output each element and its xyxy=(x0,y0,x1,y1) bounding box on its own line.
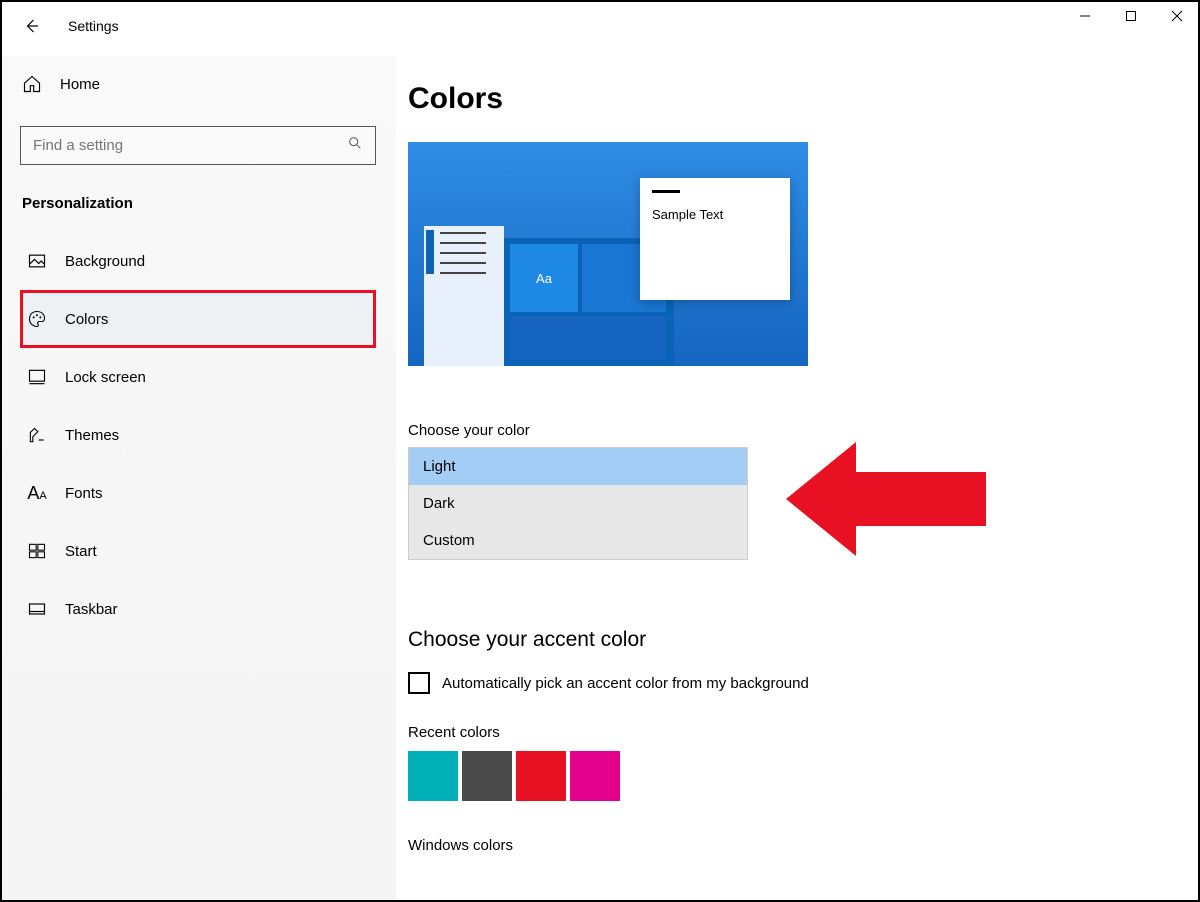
sidebar-item-label: Start xyxy=(65,543,97,560)
color-option-light[interactable]: Light xyxy=(409,448,747,485)
themes-icon xyxy=(27,425,47,445)
back-button[interactable] xyxy=(20,14,44,38)
sidebar-item-start[interactable]: Start xyxy=(20,522,376,580)
sidebar-item-label: Background xyxy=(65,253,145,270)
checkbox-icon xyxy=(408,672,430,694)
fonts-icon: AA xyxy=(27,483,47,503)
annotation-arrow-icon xyxy=(786,434,986,564)
sidebar-category: Personalization xyxy=(20,165,376,232)
sidebar-item-label: Colors xyxy=(65,311,108,328)
preview-menu-lines xyxy=(440,232,486,274)
sidebar-item-colors[interactable]: Colors xyxy=(20,290,376,348)
color-option-dark[interactable]: Dark xyxy=(409,485,747,522)
minimize-button[interactable] xyxy=(1062,0,1108,32)
preview-tile-aa: Aa xyxy=(510,244,578,312)
auto-accent-checkbox[interactable]: Automatically pick an accent color from … xyxy=(408,672,1176,694)
recent-color-swatch[interactable] xyxy=(408,751,458,801)
search-input[interactable] xyxy=(33,137,330,154)
search-icon xyxy=(347,135,363,156)
sidebar: Home Personalization Background Colors L… xyxy=(0,56,396,902)
transparency-toggle-peek: On xyxy=(408,569,428,586)
recent-colors xyxy=(408,751,1176,801)
sidebar-item-lock-screen[interactable]: Lock screen xyxy=(20,348,376,406)
sidebar-home[interactable]: Home xyxy=(20,56,376,126)
page-title: Colors xyxy=(408,82,1176,116)
recent-color-swatch[interactable] xyxy=(570,751,620,801)
theme-preview: Aa Sample Text xyxy=(408,142,808,366)
auto-accent-label: Automatically pick an accent color from … xyxy=(442,675,809,692)
maximize-button[interactable] xyxy=(1108,0,1154,32)
sidebar-item-taskbar[interactable]: Taskbar xyxy=(20,580,376,638)
close-button[interactable] xyxy=(1154,0,1200,32)
home-icon xyxy=(22,74,42,94)
taskbar-icon xyxy=(27,599,47,619)
accent-color-header: Choose your accent color xyxy=(408,628,1176,652)
sidebar-item-label: Fonts xyxy=(65,485,103,502)
choose-color-dropdown[interactable]: Light Dark Custom xyxy=(408,447,748,560)
sidebar-item-background[interactable]: Background xyxy=(20,232,376,290)
sidebar-item-label: Taskbar xyxy=(65,601,118,618)
sidebar-item-label: Lock screen xyxy=(65,369,146,386)
recent-color-swatch[interactable] xyxy=(516,751,566,801)
preview-window-bar xyxy=(652,190,680,193)
preview-tile xyxy=(510,316,666,360)
color-option-custom[interactable]: Custom xyxy=(409,522,747,559)
titlebar: Settings xyxy=(20,14,119,38)
sidebar-item-fonts[interactable]: AA Fonts xyxy=(20,464,376,522)
recent-color-swatch[interactable] xyxy=(462,751,512,801)
lock-screen-icon xyxy=(27,367,47,387)
picture-icon xyxy=(27,251,47,271)
palette-icon xyxy=(27,309,47,329)
preview-sample-text: Sample Text xyxy=(652,207,778,222)
search-box[interactable] xyxy=(20,126,376,165)
sidebar-item-themes[interactable]: Themes xyxy=(20,406,376,464)
sidebar-item-label: Themes xyxy=(65,427,119,444)
start-icon xyxy=(27,541,47,561)
sidebar-home-label: Home xyxy=(60,76,100,93)
window-controls xyxy=(1062,0,1200,32)
windows-colors-label: Windows colors xyxy=(408,837,1176,854)
preview-sample-window: Sample Text xyxy=(640,178,790,300)
app-title: Settings xyxy=(68,18,119,34)
recent-colors-label: Recent colors xyxy=(408,724,1176,741)
